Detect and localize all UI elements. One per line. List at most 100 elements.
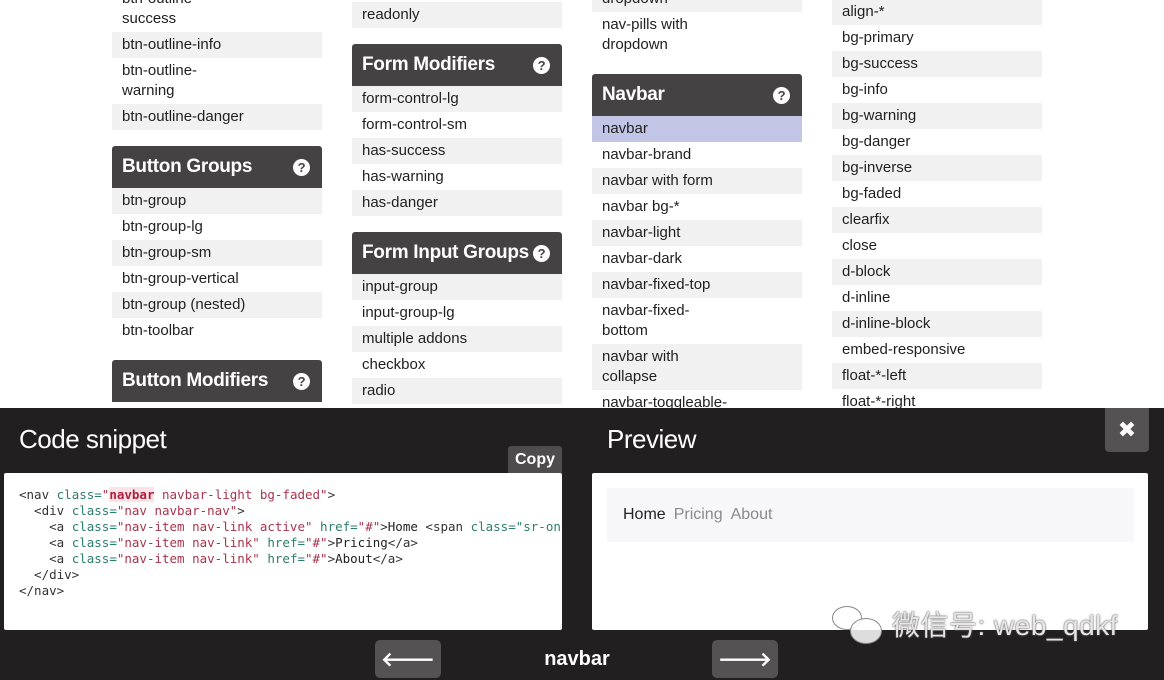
- component-list-item[interactable]: form-control-lg: [352, 86, 562, 112]
- code-token: <a: [19, 519, 72, 534]
- question-circle-icon[interactable]: ?: [533, 244, 550, 262]
- question-circle-icon[interactable]: ?: [293, 158, 310, 176]
- component-list-item[interactable]: navbar-dark: [592, 246, 802, 272]
- code-token: >: [327, 551, 336, 566]
- component-list-item[interactable]: btn-group-vertical: [112, 266, 322, 292]
- code-token: </nav>: [19, 583, 65, 598]
- group-header: Button Modifiers?: [112, 360, 322, 402]
- component-column: readonly Form Modifiers? form-control-lg fo…: [352, 2, 562, 404]
- component-list-item[interactable]: btn-outline-warning: [112, 58, 322, 104]
- code-token: <a: [19, 551, 72, 566]
- group-title: Button Modifiers: [122, 370, 269, 391]
- component-list-item[interactable]: btn-toolbar: [112, 318, 322, 344]
- code-snippet-title: Code snippet: [19, 424, 167, 454]
- code-token: navbar-light bg-faded": [154, 487, 328, 502]
- component-list-item[interactable]: bg-primary: [832, 25, 1042, 51]
- group-title: Form Modifiers: [362, 54, 496, 75]
- component-list-item[interactable]: checkbox: [352, 352, 562, 378]
- code-token: "nav navbar-nav": [116, 503, 238, 518]
- code-token: </a>: [372, 551, 403, 566]
- component-list-item[interactable]: d-inline-block: [832, 311, 1042, 337]
- question-circle-icon[interactable]: ?: [773, 86, 790, 104]
- question-circle-icon[interactable]: ?: [533, 56, 550, 74]
- component-list-item[interactable]: navbar with collapse: [592, 344, 802, 390]
- code-block: <nav class="navbar navbar-light bg-faded…: [19, 487, 562, 599]
- component-list-item[interactable]: btn-outline-info: [112, 32, 322, 58]
- group-gap: [112, 130, 322, 146]
- code-token: "nav-item nav-link": [116, 551, 260, 566]
- component-list-item[interactable]: multiple addons: [352, 326, 562, 352]
- component-list-item[interactable]: navbar-light: [592, 220, 802, 246]
- component-list-item[interactable]: btn-group-sm: [112, 240, 322, 266]
- code-token: "#": [305, 535, 328, 550]
- component-list-item[interactable]: bg-faded: [832, 181, 1042, 207]
- component-list-item[interactable]: radio: [352, 378, 562, 404]
- component-list-item[interactable]: input-group: [352, 274, 562, 300]
- preview-nav-link[interactable]: Pricing: [674, 506, 731, 524]
- preview-nav-link[interactable]: Home: [623, 506, 674, 524]
- code-snippet-box: <nav class="navbar navbar-light bg-faded…: [4, 473, 562, 630]
- code-token: </div>: [19, 567, 80, 582]
- component-list-item[interactable]: nav-pills with dropdown: [592, 12, 802, 58]
- component-list-item[interactable]: navbar bg-*: [592, 194, 802, 220]
- component-list-item[interactable]: bg-warning: [832, 103, 1042, 129]
- component-list-item[interactable]: clearfix: [832, 207, 1042, 233]
- component-list-item[interactable]: bg-danger: [832, 129, 1042, 155]
- question-circle-icon[interactable]: ?: [293, 372, 310, 390]
- code-token: "#": [305, 551, 328, 566]
- code-token: href=: [312, 519, 358, 534]
- component-list-item[interactable]: navbar: [592, 116, 802, 142]
- component-list-item[interactable]: navbar-brand: [592, 142, 802, 168]
- component-list-item[interactable]: bg-inverse: [832, 155, 1042, 181]
- group-gap: [352, 216, 562, 232]
- copy-button[interactable]: Copy: [508, 446, 562, 473]
- wechat-icon: [832, 604, 884, 644]
- component-list-item[interactable]: btn-outline-success: [112, 0, 322, 32]
- code-token: <span: [425, 519, 471, 534]
- component-list-item[interactable]: btn-group-lg: [112, 214, 322, 240]
- component-list-item[interactable]: d-inline: [832, 285, 1042, 311]
- component-column: btn-outline-successbtn-outline-infobtn-o…: [112, 0, 322, 402]
- code-token: class="sr-only">(current)</span></a>: [470, 519, 562, 534]
- component-list-item[interactable]: has-success: [352, 138, 562, 164]
- close-button[interactable]: ✖: [1105, 408, 1149, 452]
- code-token: >: [327, 487, 336, 502]
- code-token: class=: [56, 487, 102, 502]
- component-list-item[interactable]: float-*-left: [832, 363, 1042, 389]
- component-list-item[interactable]: btn-outline-danger: [112, 104, 322, 130]
- component-list-item[interactable]: input-group-lg: [352, 300, 562, 326]
- component-list-item[interactable]: btn-group (nested): [112, 292, 322, 318]
- group-header: Button Groups?: [112, 146, 322, 188]
- code-token: >: [237, 503, 245, 518]
- group-title: Form Input Groups: [362, 242, 529, 263]
- next-button[interactable]: 🡒: [712, 640, 778, 678]
- code-token: <div: [19, 503, 72, 518]
- component-list-item[interactable]: navbar-fixed-bottom: [592, 298, 802, 344]
- arrow-right-icon: 🡒: [718, 648, 772, 671]
- component-list-item[interactable]: navbar with form: [592, 168, 802, 194]
- component-list-item[interactable]: has-danger: [352, 190, 562, 216]
- component-list-item[interactable]: align-*: [832, 0, 1042, 25]
- code-token: class=: [71, 519, 117, 534]
- component-list-item[interactable]: bg-success: [832, 51, 1042, 77]
- component-list-item[interactable]: has-warning: [352, 164, 562, 190]
- watermark: 微信号: web_qdkf: [832, 604, 1118, 644]
- component-list-item[interactable]: dropdown: [592, 0, 802, 12]
- component-list-item[interactable]: readonly: [352, 2, 562, 28]
- component-list-item[interactable]: btn-group: [112, 188, 322, 214]
- preview-nav-link[interactable]: About: [731, 506, 781, 524]
- component-list-item[interactable]: navbar-fixed-top: [592, 272, 802, 298]
- component-list-item[interactable]: embed-responsive: [832, 337, 1042, 363]
- component-list-item[interactable]: form-control-sm: [352, 112, 562, 138]
- code-token: href=: [259, 535, 305, 550]
- component-list-item[interactable]: d-block: [832, 259, 1042, 285]
- component-list-item[interactable]: bg-info: [832, 77, 1042, 103]
- component-list-item[interactable]: close: [832, 233, 1042, 259]
- group-header: Form Input Groups?: [352, 232, 562, 274]
- code-token: >: [380, 519, 388, 534]
- code-token: "nav-item nav-link": [116, 535, 260, 550]
- prev-button[interactable]: 🡐: [375, 640, 441, 678]
- close-icon: ✖: [1117, 417, 1137, 442]
- code-token: "nav-item nav-link active": [116, 519, 313, 534]
- code-token: Home: [387, 519, 426, 534]
